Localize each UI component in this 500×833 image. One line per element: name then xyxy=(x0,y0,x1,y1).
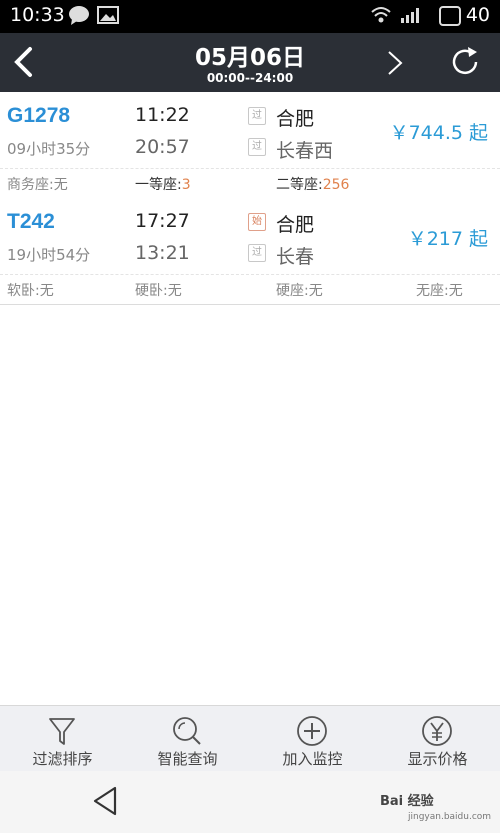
clock: 10:33 xyxy=(10,4,65,26)
pass-badge: 过 xyxy=(248,244,266,262)
seat-count: 无 xyxy=(448,283,463,299)
seat-count: 无 xyxy=(53,177,68,193)
battery-icon xyxy=(439,6,461,26)
nav-back-icon[interactable] xyxy=(90,784,120,818)
battery-level: 40 xyxy=(465,4,490,26)
app-header: 05月06日 00:00--24:00 xyxy=(0,33,500,92)
time-range: 00:00--24:00 xyxy=(206,71,294,85)
arrive-time: 13:21 xyxy=(135,242,190,264)
filter-sort-label: 过滤排序 xyxy=(32,750,93,768)
seat-standing: 无座:无 xyxy=(416,280,463,300)
seat-hard-sleeper: 硬卧:无 xyxy=(135,280,182,300)
add-monitor-label: 加入监控 xyxy=(282,750,343,768)
smart-query-button[interactable]: 智能查询 xyxy=(125,706,250,772)
divider xyxy=(0,274,500,275)
message-icon xyxy=(69,6,89,25)
train-code: T242 xyxy=(7,210,55,233)
seat-count: 无 xyxy=(167,283,182,299)
signal-icon xyxy=(401,8,419,23)
train-duration: 09小时35分 xyxy=(7,140,91,158)
divider xyxy=(0,168,500,169)
ticket-price: ￥217 起 xyxy=(407,228,488,250)
seat-second-class: 二等座:256 xyxy=(276,174,349,194)
seat-count: 256 xyxy=(322,177,350,193)
smart-query-label: 智能查询 xyxy=(157,750,218,768)
seat-label: 硬座: xyxy=(276,283,309,299)
seat-business: 商务座:无 xyxy=(7,174,68,194)
yen-icon xyxy=(422,716,452,746)
seat-count: 3 xyxy=(181,177,191,193)
page-title[interactable]: 05月06日 xyxy=(0,38,500,72)
seat-count: 无 xyxy=(39,283,54,299)
seat-label: 一等座: xyxy=(135,177,182,193)
train-code: G1278 xyxy=(7,104,71,127)
watermark-url: jingyan.baidu.com xyxy=(408,812,492,822)
depart-time: 11:22 xyxy=(135,104,190,126)
ticket-price: ￥744.5 起 xyxy=(389,122,488,144)
seat-label: 无座: xyxy=(416,283,449,299)
show-price-button[interactable]: 显示价格 xyxy=(375,706,500,772)
seat-first-class: 一等座:3 xyxy=(135,174,191,194)
pass-badge: 过 xyxy=(248,107,266,125)
image-icon xyxy=(97,6,119,24)
search-icon xyxy=(173,717,201,745)
arrive-time: 20:57 xyxy=(135,136,190,158)
plus-circle-icon xyxy=(297,716,327,746)
watermark-logo: Bai 经验 xyxy=(380,794,434,809)
depart-time: 17:27 xyxy=(135,210,190,232)
train-row[interactable]: T242 19小时54分 17:27 13:21 始 过 合肥 长春 ￥217 … xyxy=(0,198,500,305)
add-monitor-button[interactable]: 加入监控 xyxy=(250,706,375,772)
refresh-icon[interactable] xyxy=(448,45,482,79)
bottom-toolbar: 过滤排序 智能查询 加入监控 显示价格 xyxy=(0,705,500,772)
seat-label: 二等座: xyxy=(276,177,323,193)
to-station: 长春 xyxy=(276,246,315,268)
seat-label: 软卧: xyxy=(7,283,40,299)
next-day-icon[interactable] xyxy=(383,49,407,77)
filter-icon xyxy=(49,718,75,745)
from-station: 合肥 xyxy=(276,214,315,236)
to-station: 长春西 xyxy=(276,140,334,162)
seat-hard-seat: 硬座:无 xyxy=(276,280,323,300)
status-bar: 10:33 40 xyxy=(0,0,500,33)
from-station: 合肥 xyxy=(276,108,315,130)
origin-badge: 始 xyxy=(248,213,266,231)
show-price-label: 显示价格 xyxy=(407,750,468,768)
wifi-icon xyxy=(371,7,391,23)
seat-label: 硬卧: xyxy=(135,283,168,299)
seat-soft-sleeper: 软卧:无 xyxy=(7,280,54,300)
seat-count: 无 xyxy=(308,283,323,299)
filter-sort-button[interactable]: 过滤排序 xyxy=(0,706,125,772)
train-row[interactable]: G1278 09小时35分 11:22 20:57 过 过 合肥 长春西 ￥74… xyxy=(0,92,500,199)
seat-label: 商务座: xyxy=(7,177,54,193)
train-duration: 19小时54分 xyxy=(7,246,91,264)
pass-badge: 过 xyxy=(248,138,266,156)
